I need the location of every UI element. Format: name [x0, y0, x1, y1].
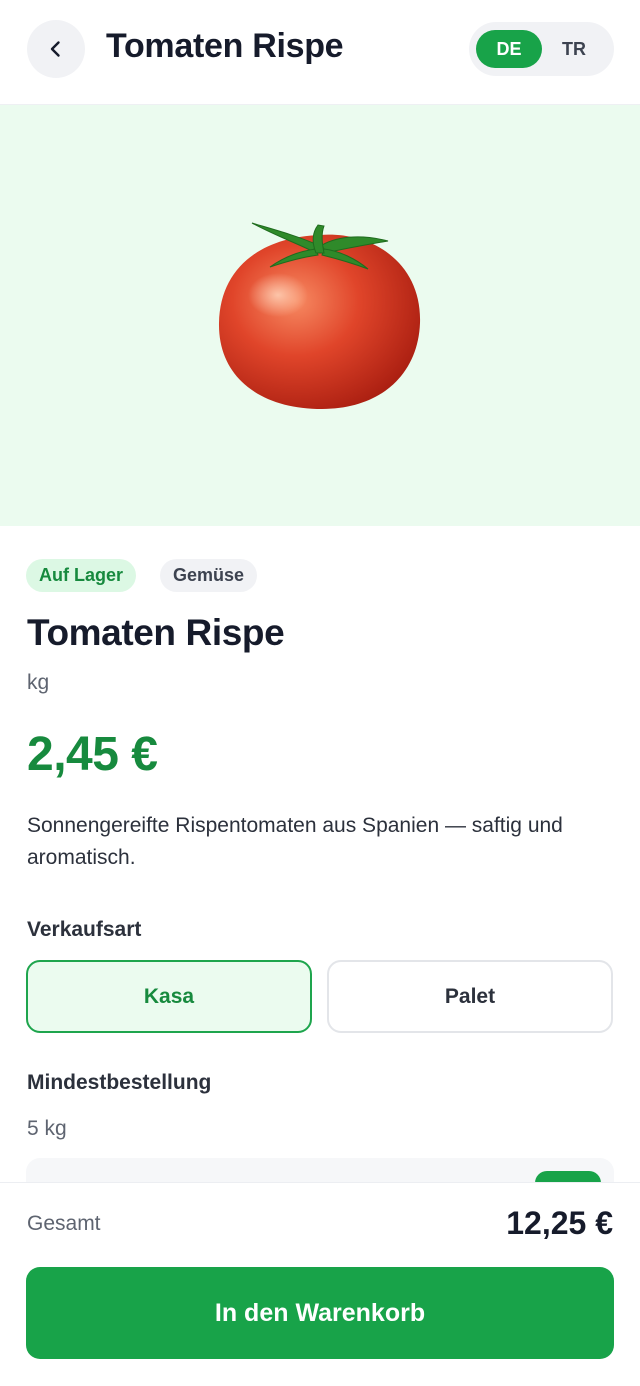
- language-toggle: DE TR: [469, 22, 614, 76]
- minimum-order-value: 5 kg: [27, 1117, 67, 1140]
- sale-option-palet[interactable]: Palet: [327, 960, 613, 1033]
- sale-type-label: Verkaufsart: [27, 918, 142, 941]
- stock-badge: Auf Lager: [26, 559, 137, 592]
- product-image-area: [0, 105, 640, 526]
- product-unit: kg: [27, 671, 50, 694]
- product-description: Sonnengereifte Rispentomaten aus Spanien…: [27, 814, 563, 869]
- product-title: Tomaten Rispe: [27, 612, 285, 653]
- minimum-order-label: Mindestbestellung: [27, 1071, 212, 1094]
- sale-option-kasa[interactable]: Kasa: [26, 960, 312, 1033]
- language-option-tr[interactable]: TR: [541, 30, 607, 68]
- tomato-image: [218, 222, 421, 409]
- chevron-left-icon: [50, 41, 60, 57]
- total-label: Gesamt: [27, 1212, 101, 1235]
- top-bar: Tomaten Rispe DE TR: [0, 0, 640, 105]
- add-to-cart-button[interactable]: In den Warenkorb: [26, 1267, 614, 1359]
- back-button[interactable]: [27, 20, 85, 78]
- product-price: 2,45 €: [27, 728, 158, 781]
- category-badge: Gemüse: [160, 559, 258, 592]
- total-value: 12,25 €: [506, 1205, 613, 1241]
- language-option-de[interactable]: DE: [476, 30, 542, 68]
- page-title: Tomaten Rispe: [106, 27, 344, 65]
